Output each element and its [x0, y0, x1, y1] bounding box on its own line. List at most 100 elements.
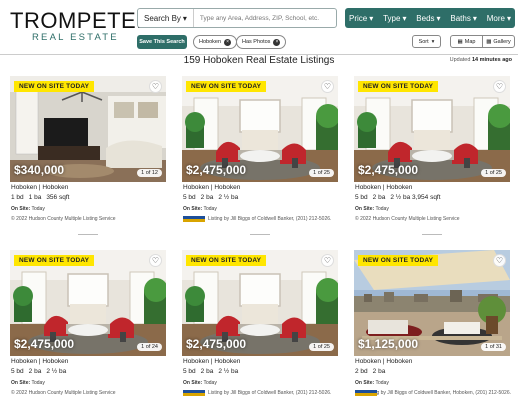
listing-card[interactable]: NEW ON SITE TODAY ♡ $2,475,000 1 of 25 H… — [182, 250, 338, 408]
listing-stats: 5 bd 2 ba 2 ½ ba — [183, 368, 238, 375]
onsite-label: On Site: — [183, 206, 203, 212]
mls-logo — [183, 390, 205, 396]
chip-label: Has Photos — [242, 39, 271, 45]
listing-location[interactable]: Hoboken | Hoboken — [355, 184, 412, 191]
listing-extra: 356 sqft — [46, 194, 70, 201]
new-on-site-badge: NEW ON SITE TODAY — [358, 81, 439, 92]
filter-more-label: More — [486, 13, 505, 23]
chip-hoboken[interactable]: Hoboken × — [193, 35, 238, 49]
new-on-site-badge: NEW ON SITE TODAY — [186, 255, 267, 266]
heart-icon[interactable]: ♡ — [493, 80, 506, 93]
listing-location[interactable]: Hoboken | Hoboken — [11, 358, 68, 365]
card-divider — [250, 234, 270, 235]
listing-extra: 2 ½ ba — [218, 368, 239, 375]
updated-timestamp: Updated 14 minutes ago — [450, 57, 512, 63]
heart-icon[interactable]: ♡ — [493, 254, 506, 267]
heart-icon[interactable]: ♡ — [321, 254, 334, 267]
credit-text: Listing by Jill Biggs of Coldwell Banker… — [208, 390, 332, 396]
heart-icon[interactable]: ♡ — [149, 254, 162, 267]
new-on-site-badge: NEW ON SITE TODAY — [358, 255, 439, 266]
listing-location[interactable]: Hoboken | Hoboken — [183, 184, 240, 191]
listing-beds: 5 bd — [183, 368, 196, 375]
chevron-down-icon: ▾ — [436, 13, 441, 23]
listing-location[interactable]: Hoboken | Hoboken — [355, 358, 412, 365]
new-on-site-badge: NEW ON SITE TODAY — [186, 81, 267, 92]
map-view-button[interactable]: ▦ Map — [451, 36, 483, 47]
sort-button[interactable]: Sort ▾ — [412, 35, 441, 48]
listing-beds: 5 bd — [11, 368, 24, 375]
onsite-label: On Site: — [355, 380, 375, 386]
listing-stats: 5 bd 2 ba 2 ½ ba — [11, 368, 66, 375]
logo[interactable]: TROMPETER REAL ESTATE — [10, 8, 153, 44]
mls-logo — [355, 390, 377, 396]
listing-card[interactable]: NEW ON SITE TODAY ♡ $1,125,000 1 of 31 H… — [354, 250, 511, 408]
onsite-label: On Site: — [11, 380, 31, 386]
onsite-value: Today — [31, 206, 45, 212]
listing-credit: Listing by Jill Biggs of Coldwell Banker… — [355, 390, 511, 396]
filter-bar: Price ▾ Type ▾ Beds ▾ Baths ▾ More ▾ — [345, 8, 515, 28]
listing-card[interactable]: NEW ON SITE TODAY ♡ $2,475,000 1 of 24 H… — [10, 250, 166, 408]
listing-card[interactable]: NEW ON SITE TODAY ♡ $340,000 1 of 12 Hob… — [10, 76, 166, 241]
listing-extra: 2 ½ ba — [218, 194, 239, 201]
onsite-value: Today — [375, 380, 389, 386]
search-by-label: Search By — [144, 13, 181, 23]
filter-baths-label: Baths — [450, 13, 471, 23]
onsite-info: On Site: Today — [11, 206, 45, 212]
onsite-label: On Site: — [11, 206, 31, 212]
search-input[interactable] — [193, 9, 336, 27]
search-by-dropdown[interactable]: Search By ▾ — [138, 9, 194, 27]
filter-more[interactable]: More ▾ — [487, 14, 511, 23]
filter-price[interactable]: Price ▾ — [349, 14, 373, 23]
listing-credit: © 2022 Hudson County Multiple Listing Se… — [11, 390, 167, 396]
logo-main: TROMPETER — [10, 8, 153, 33]
gallery-view-label: Gallery — [493, 38, 511, 45]
filter-beds[interactable]: Beds ▾ — [416, 14, 440, 23]
onsite-value: Today — [375, 206, 389, 212]
listing-photo[interactable]: NEW ON SITE TODAY ♡ $340,000 1 of 12 — [10, 76, 166, 182]
listing-extra: 2 ½ ba 3,954 sqft — [390, 194, 441, 201]
photo-counter: 1 of 25 — [481, 169, 506, 177]
gallery-icon: ▩ — [486, 38, 492, 45]
listing-baths: 2 ba — [372, 368, 386, 375]
filter-type-label: Type — [383, 13, 401, 23]
logo-sub: REAL ESTATE — [32, 32, 119, 43]
photo-counter: 1 of 31 — [481, 343, 506, 351]
map-view-label: Map — [464, 38, 476, 45]
listing-card[interactable]: NEW ON SITE TODAY ♡ $2,475,000 1 of 25 H… — [182, 76, 338, 241]
credit-text: © 2022 Hudson County Multiple Listing Se… — [11, 216, 116, 222]
filter-type[interactable]: Type ▾ — [383, 14, 406, 23]
credit-text: Listing by Jill Biggs of Coldwell Banker… — [208, 216, 332, 222]
listing-photo[interactable]: NEW ON SITE TODAY ♡ $2,475,000 1 of 25 — [354, 76, 510, 182]
listing-baths: 2 ba — [200, 368, 214, 375]
filter-baths[interactable]: Baths ▾ — [450, 14, 476, 23]
listing-photo[interactable]: NEW ON SITE TODAY ♡ $1,125,000 1 of 31 — [354, 250, 510, 356]
listing-location[interactable]: Hoboken | Hoboken — [11, 184, 68, 191]
listing-photo[interactable]: NEW ON SITE TODAY ♡ $2,475,000 1 of 25 — [182, 250, 338, 356]
updated-value: 14 minutes ago — [471, 57, 512, 63]
close-icon[interactable]: × — [224, 38, 232, 46]
listing-card[interactable]: NEW ON SITE TODAY ♡ $2,475,000 1 of 25 H… — [354, 76, 510, 241]
chevron-down-icon: ▾ — [431, 38, 435, 45]
onsite-value: Today — [31, 380, 45, 386]
heart-icon[interactable]: ♡ — [321, 80, 334, 93]
photo-counter: 1 of 12 — [137, 169, 162, 177]
close-icon[interactable]: × — [273, 38, 281, 46]
photo-counter: 1 of 25 — [309, 169, 334, 177]
listing-photo[interactable]: NEW ON SITE TODAY ♡ $2,475,000 1 of 24 — [10, 250, 166, 356]
onsite-info: On Site: Today — [183, 206, 217, 212]
listing-photo[interactable]: NEW ON SITE TODAY ♡ $2,475,000 1 of 25 — [182, 76, 338, 182]
listing-stats: 5 bd 2 ba 2 ½ ba 3,954 sqft — [355, 194, 441, 201]
heart-icon[interactable]: ♡ — [149, 80, 162, 93]
chevron-down-icon: ▾ — [506, 13, 511, 23]
gallery-view-button[interactable]: ▩ Gallery — [483, 36, 514, 47]
save-search-button[interactable]: Save This Search — [137, 35, 187, 49]
listing-stats: 1 bd 1 ba 356 sqft — [11, 194, 69, 201]
chevron-down-icon: ▾ — [369, 13, 374, 23]
listing-location[interactable]: Hoboken | Hoboken — [183, 358, 240, 365]
onsite-info: On Site: Today — [355, 206, 389, 212]
onsite-value: Today — [203, 206, 217, 212]
view-toggle: ▦ Map ▩ Gallery — [450, 35, 515, 48]
chip-has-photos[interactable]: Has Photos × — [236, 35, 287, 49]
onsite-info: On Site: Today — [11, 380, 45, 386]
listing-baths: 1 ba — [28, 194, 42, 201]
